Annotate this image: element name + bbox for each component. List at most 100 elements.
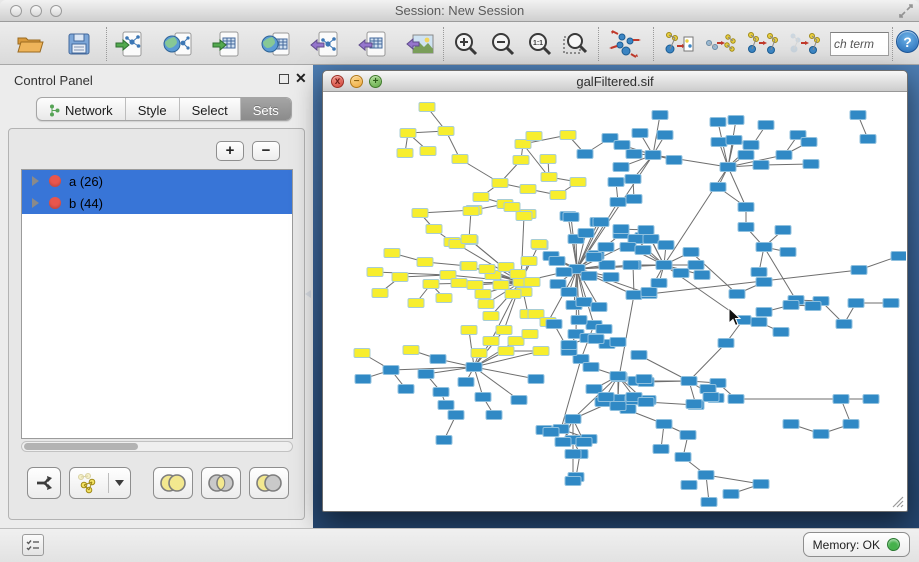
graph-node[interactable] — [498, 347, 514, 356]
graph-node[interactable] — [698, 471, 714, 480]
graph-node[interactable] — [451, 279, 467, 288]
search-input[interactable]: ch term — [830, 32, 889, 56]
graph-node[interactable] — [419, 103, 435, 112]
graph-node[interactable] — [635, 246, 651, 255]
graph-node[interactable] — [588, 335, 604, 344]
graph-node[interactable] — [850, 111, 866, 120]
graph-node[interactable] — [561, 288, 577, 297]
graph-node[interactable] — [423, 280, 439, 289]
graph-node[interactable] — [583, 363, 599, 372]
graph-node[interactable] — [436, 294, 452, 303]
graph-node[interactable] — [657, 131, 673, 140]
graph-node[interactable] — [540, 155, 556, 164]
graph-node[interactable] — [565, 477, 581, 486]
graph-node[interactable] — [598, 243, 614, 252]
graph-node[interactable] — [367, 268, 383, 277]
graph-node[interactable] — [608, 178, 624, 187]
graph-node[interactable] — [751, 268, 767, 277]
graph-node[interactable] — [728, 116, 744, 125]
graph-node[interactable] — [520, 185, 536, 194]
graph-node[interactable] — [753, 161, 769, 170]
graph-node[interactable] — [533, 347, 549, 356]
graph-node[interactable] — [738, 223, 754, 232]
tab-select[interactable]: Select — [180, 98, 241, 120]
graph-node[interactable] — [833, 395, 849, 404]
new-network-selected-all-edges-button[interactable] — [661, 28, 695, 60]
graph-node[interactable] — [524, 278, 540, 287]
graph-node[interactable] — [478, 300, 494, 309]
graph-node[interactable] — [570, 178, 586, 187]
graph-node[interactable] — [417, 258, 433, 267]
scrollbar-thumb[interactable] — [24, 443, 138, 450]
graph-node[interactable] — [673, 269, 689, 278]
tab-sets[interactable]: Sets — [241, 98, 291, 120]
union-sets-button[interactable] — [153, 467, 193, 499]
graph-node[interactable] — [426, 225, 442, 234]
graph-node[interactable] — [466, 363, 482, 372]
graph-node[interactable] — [694, 271, 710, 280]
add-set-button[interactable]: + — [216, 141, 244, 161]
save-session-button[interactable] — [62, 28, 96, 60]
graph-node[interactable] — [641, 288, 657, 297]
graph-node[interactable] — [475, 393, 491, 402]
close-panel-icon[interactable]: ✕ — [295, 70, 307, 87]
sets-list[interactable]: a (26)b (44) — [21, 169, 293, 439]
graph-node[interactable] — [720, 163, 736, 172]
float-panel-icon[interactable] — [279, 74, 289, 84]
graph-node[interactable] — [614, 141, 630, 150]
graph-node[interactable] — [638, 226, 654, 235]
new-network-selected-edges-button[interactable] — [703, 28, 737, 60]
graph-node[interactable] — [541, 173, 557, 182]
export-network-button[interactable] — [307, 28, 341, 60]
graph-node[interactable] — [522, 330, 538, 339]
graph-node[interactable] — [686, 400, 702, 409]
graph-node[interactable] — [452, 155, 468, 164]
graph-node[interactable] — [645, 151, 661, 160]
graph-node[interactable] — [483, 312, 499, 321]
graph-node[interactable] — [656, 420, 672, 429]
graph-node[interactable] — [430, 355, 446, 364]
graph-node[interactable] — [496, 326, 512, 335]
graph-node[interactable] — [565, 415, 581, 424]
difference-sets-button[interactable] — [249, 467, 289, 499]
graph-node[interactable] — [355, 375, 371, 384]
graph-node[interactable] — [471, 349, 487, 358]
graph-node[interactable] — [581, 272, 597, 281]
graph-node[interactable] — [756, 308, 772, 317]
graph-node[interactable] — [486, 411, 502, 420]
graph-node[interactable] — [658, 241, 674, 250]
graph-node[interactable] — [710, 183, 726, 192]
graph-node[interactable] — [860, 135, 876, 144]
graph-node[interactable] — [384, 249, 400, 258]
graph-node[interactable] — [751, 318, 767, 327]
export-table-button[interactable] — [355, 28, 389, 60]
graph-node[interactable] — [505, 290, 521, 299]
help-button[interactable]: ? — [896, 30, 919, 53]
graph-node[interactable] — [638, 398, 654, 407]
graph-node[interactable] — [651, 279, 667, 288]
resize-grip-icon[interactable] — [890, 494, 904, 508]
graph-node[interactable] — [448, 411, 464, 420]
graph-node[interactable] — [863, 395, 879, 404]
zoom-fit-button[interactable] — [560, 28, 592, 60]
new-network-from-all-button[interactable] — [745, 28, 779, 60]
split-set-button[interactable] — [27, 467, 61, 499]
import-network-url-button[interactable] — [161, 28, 195, 60]
graph-node[interactable] — [653, 445, 669, 454]
graph-node[interactable] — [412, 209, 428, 218]
graph-node[interactable] — [493, 281, 509, 290]
network-canvas[interactable] — [324, 93, 906, 510]
graph-node[interactable] — [620, 243, 636, 252]
set-list-item[interactable]: a (26) — [22, 170, 292, 192]
memory-status-button[interactable]: Memory: OK — [803, 532, 910, 557]
graph-node[interactable] — [565, 450, 581, 459]
graph-node[interactable] — [438, 127, 454, 136]
graph-node[interactable] — [626, 150, 642, 159]
graph-node[interactable] — [508, 337, 524, 346]
tab-network[interactable]: Network — [37, 98, 126, 120]
graph-node[interactable] — [571, 316, 587, 325]
graph-node[interactable] — [400, 129, 416, 138]
graph-node[interactable] — [623, 261, 639, 270]
graph-node[interactable] — [458, 378, 474, 387]
import-table-url-button[interactable] — [259, 28, 293, 60]
